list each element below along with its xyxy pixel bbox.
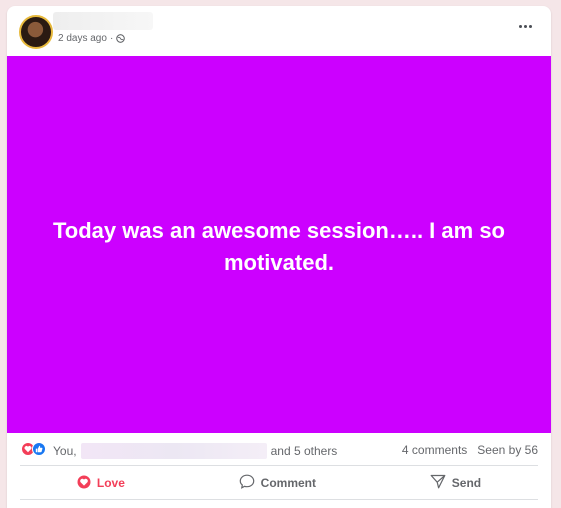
post-time[interactable]: 2 days ago bbox=[58, 33, 107, 44]
like-reaction-icon bbox=[32, 442, 46, 456]
post-text-background[interactable]: Today was an awesome session….. I am so … bbox=[7, 56, 551, 433]
comment-button[interactable]: Comment bbox=[221, 470, 334, 496]
love-label: Love bbox=[96, 476, 125, 490]
post-counts: 4 comments Seen by 56 bbox=[402, 443, 538, 457]
send-label: Send bbox=[451, 476, 482, 490]
reactions-bar: You, and 5 others 4 comments Seen by 56 bbox=[7, 433, 551, 465]
send-button[interactable]: Send bbox=[412, 470, 499, 496]
seen-count[interactable]: Seen by 56 bbox=[477, 443, 538, 457]
avatar[interactable] bbox=[19, 15, 53, 49]
reactors-summary[interactable]: You, and 5 others bbox=[53, 443, 337, 459]
divider bbox=[20, 465, 538, 466]
love-reaction-icon bbox=[77, 475, 91, 492]
reactors-prefix: You, bbox=[53, 444, 77, 458]
author-name-redacted[interactable] bbox=[53, 12, 153, 30]
comment-label: Comment bbox=[260, 476, 316, 490]
send-icon bbox=[430, 474, 446, 492]
post-text: Today was an awesome session….. I am so … bbox=[53, 217, 505, 275]
comment-count[interactable]: 4 comments bbox=[402, 443, 467, 457]
action-bar: Love Comment Send bbox=[20, 467, 538, 499]
post-card: 2 days ago · Today was an awesome sessio… bbox=[7, 6, 551, 508]
divider bbox=[20, 499, 538, 500]
reactors-suffix: and 5 others bbox=[270, 444, 338, 458]
globe-icon bbox=[116, 34, 126, 43]
love-button[interactable]: Love bbox=[59, 471, 143, 496]
meta-separator: · bbox=[109, 33, 114, 44]
post-meta: 2 days ago · bbox=[58, 33, 126, 44]
reaction-icons[interactable] bbox=[21, 442, 49, 456]
comment-icon bbox=[239, 474, 255, 492]
more-options-icon[interactable] bbox=[513, 18, 537, 34]
post-header: 2 days ago · bbox=[7, 6, 551, 56]
reactor-names-redacted bbox=[80, 443, 267, 459]
